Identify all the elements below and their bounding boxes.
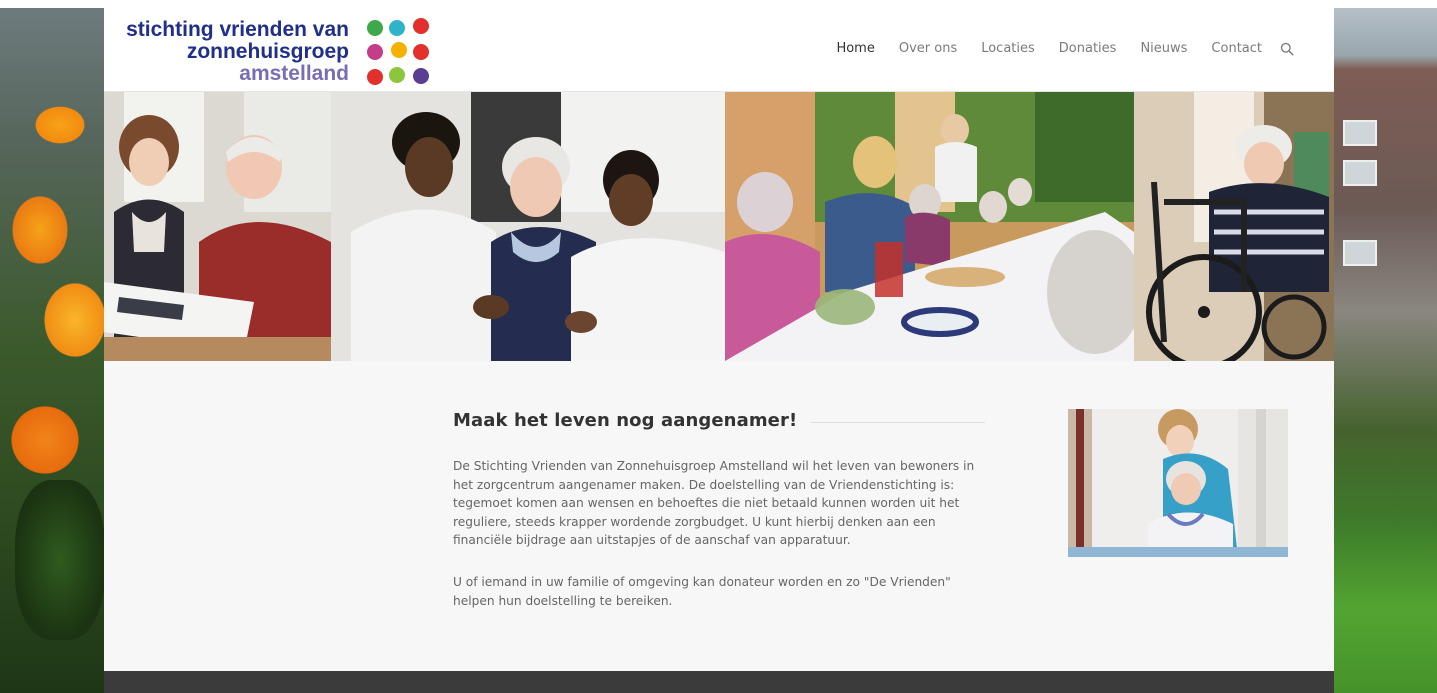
hero-photo-nurses — [331, 92, 725, 361]
background-window — [1343, 160, 1377, 186]
search-icon[interactable] — [1280, 42, 1294, 56]
main-nav: Home Over ons Locaties Donaties Nieuws C… — [824, 41, 1294, 56]
hero-banner — [104, 92, 1334, 361]
site-header: stichting vrienden van zonnehuisgroep am… — [104, 8, 1334, 92]
site-logo[interactable]: stichting vrienden van zonnehuisgroep am… — [126, 12, 435, 90]
nav-item-contact[interactable]: Contact — [1199, 41, 1274, 56]
logo-dot — [389, 67, 405, 83]
logo-dot — [413, 44, 429, 60]
logo-dot — [389, 20, 405, 36]
hero-photo-wheelchair — [1134, 92, 1334, 361]
logo-dot — [367, 20, 383, 36]
intro-paragraph: De Stichting Vrienden van Zonnehuisgroep… — [453, 459, 975, 547]
nav-item-home[interactable]: Home — [824, 41, 886, 56]
page-container: stichting vrienden van zonnehuisgroep am… — [104, 8, 1334, 693]
hero-photo-dining — [725, 92, 1134, 361]
logo-dot — [367, 44, 383, 60]
background-building-right — [1333, 0, 1437, 693]
hero-photo-reading — [104, 92, 331, 361]
background-flowers-left — [0, 0, 106, 693]
background-foliage — [15, 480, 105, 640]
nav-item-donaties[interactable]: Donaties — [1047, 41, 1129, 56]
nav-item-nieuws[interactable]: Nieuws — [1128, 41, 1199, 56]
nav-item-locaties[interactable]: Locaties — [969, 41, 1047, 56]
logo-dot — [367, 69, 383, 85]
logo-line-1: stichting vrienden van — [126, 18, 349, 41]
top-band — [0, 0, 1437, 8]
logo-dot — [391, 42, 407, 58]
donor-paragraph: U of iemand in uw familie of omgeving ka… — [453, 575, 951, 608]
logo-line-3: amstelland — [239, 62, 349, 85]
background-window — [1343, 240, 1377, 266]
main-content: Maak het leven nog aangenamer! De Sticht… — [104, 361, 1334, 671]
heading-divider — [811, 421, 985, 423]
logo-dot — [413, 18, 429, 34]
logo-line-2: zonnehuisgroep — [186, 40, 349, 63]
page-title: Maak het leven nog aangenamer! — [453, 409, 798, 431]
nav-item-over-ons[interactable]: Over ons — [887, 41, 969, 56]
section-heading-row: Maak het leven nog aangenamer! — [453, 405, 985, 435]
site-footer — [104, 671, 1334, 693]
logo-dot — [413, 68, 429, 84]
side-photo-caregiver — [1068, 409, 1288, 557]
logo-dots — [363, 16, 433, 88]
background-window — [1343, 120, 1377, 146]
